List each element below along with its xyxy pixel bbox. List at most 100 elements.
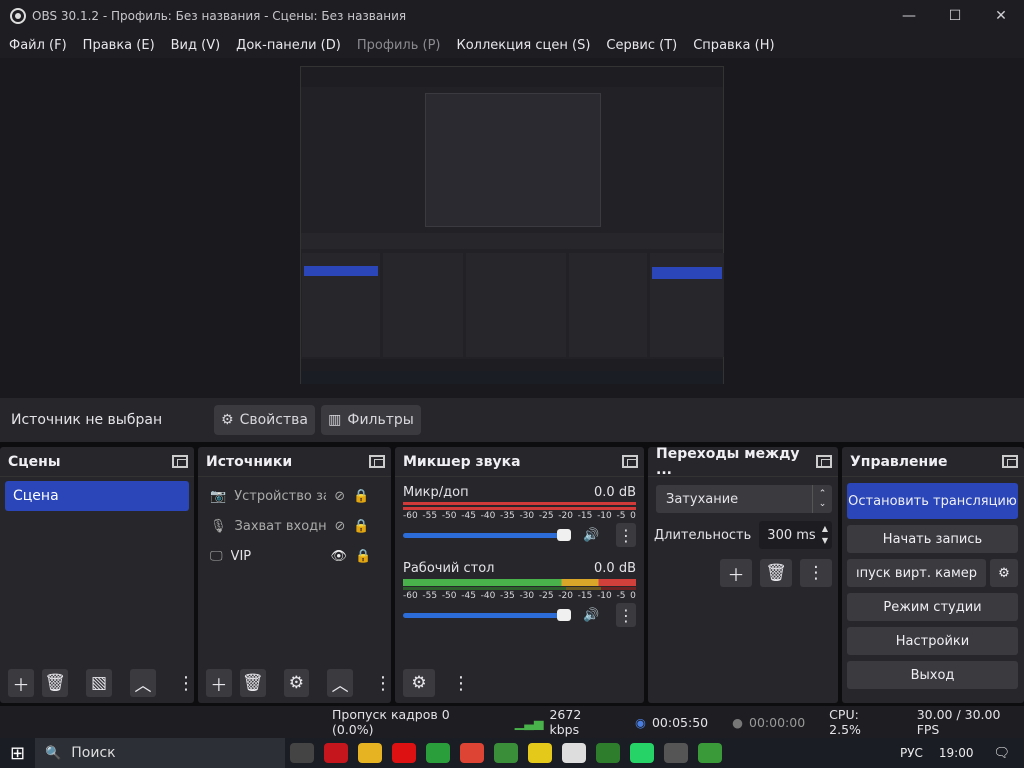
transition-value: Затухание xyxy=(666,491,739,507)
add-source-button[interactable]: ＋ xyxy=(206,669,232,697)
volume-meter xyxy=(403,587,636,590)
lock-icon[interactable]: 🔒 xyxy=(353,519,369,534)
source-name: Устройство захвата видео xyxy=(234,488,326,504)
gear-icon: ⚙ xyxy=(411,673,427,693)
clock[interactable]: 19:00 xyxy=(939,746,974,760)
scene-filters-button[interactable]: ▧ xyxy=(86,669,112,697)
channel-menu-button[interactable]: ⋮ xyxy=(616,603,636,627)
taskbar-search-label: Поиск xyxy=(71,745,116,761)
scene-item[interactable]: Сцена xyxy=(5,481,189,511)
volume-slider[interactable] xyxy=(403,608,571,621)
source-item[interactable]: 📷 Устройство захвата видео ⊘ 🔒 xyxy=(198,481,391,511)
app-icon[interactable] xyxy=(528,743,553,763)
task-view-icon[interactable] xyxy=(290,743,315,763)
studio-mode-button[interactable]: Режим студии xyxy=(847,593,1018,621)
app-icon[interactable] xyxy=(324,743,349,763)
signal-icon: ▁▃▅ xyxy=(514,714,544,730)
explorer-icon[interactable] xyxy=(358,743,383,763)
whatsapp-icon[interactable] xyxy=(630,743,655,763)
undock-icon[interactable] xyxy=(622,455,638,468)
channel-menu-button[interactable]: ⋮ xyxy=(616,523,636,547)
stream-icon: ◉ xyxy=(635,714,646,730)
lock-icon[interactable]: 🔒 xyxy=(353,489,369,504)
channel-db: 0.0 dB xyxy=(594,485,636,500)
stop-stream-button[interactable]: Остановить трансляцию xyxy=(847,483,1018,519)
eye-hidden-icon[interactable]: ⊘ xyxy=(334,489,345,504)
start-record-button[interactable]: Начать запись xyxy=(847,525,1018,553)
move-source-up-button[interactable]: ︿ xyxy=(327,669,353,697)
cpu-usage: CPU: 2.5% xyxy=(829,707,861,737)
chrome-icon[interactable] xyxy=(426,743,451,763)
camera-icon: 📷 xyxy=(210,488,227,504)
virtual-camera-settings-button[interactable]: ⚙ xyxy=(990,559,1018,587)
notifications-icon[interactable]: 🗨 xyxy=(993,746,1010,761)
undock-icon[interactable] xyxy=(369,455,385,468)
move-scene-up-button[interactable]: ︿ xyxy=(130,669,156,697)
filter-icon: ▥ xyxy=(328,412,342,428)
volume-slider[interactable] xyxy=(403,528,571,541)
app-icon[interactable] xyxy=(596,743,621,763)
spin-arrows-icon[interactable]: ▲ ▼ xyxy=(822,523,828,547)
search-icon: 🔍 xyxy=(45,745,62,761)
mixer-channel-mic: Микр/доп 0.0 dB -60 -55 -50 -45 -40 -35 -30 -25-… xyxy=(395,485,644,547)
wps-icon[interactable] xyxy=(460,743,485,763)
transition-properties-button[interactable]: ⋮ xyxy=(800,559,832,587)
add-transition-button[interactable]: ＋ xyxy=(720,559,752,587)
lang-indicator[interactable]: РУС xyxy=(900,746,923,760)
menu-tools[interactable]: Сервис (T) xyxy=(598,38,685,53)
source-item[interactable]: 🎙 Захват входного аудиопотока ⊘ 🔒 xyxy=(198,511,391,541)
taskbar-search[interactable]: 🔍 Поиск xyxy=(35,738,286,768)
undock-icon[interactable] xyxy=(816,455,832,468)
gear-icon: ⚙ xyxy=(998,565,1010,581)
undock-icon[interactable] xyxy=(1002,455,1018,468)
filters-button[interactable]: ▥ Фильтры xyxy=(321,405,421,435)
source-item[interactable]: 🖵 VIP 👁 🔒 xyxy=(198,541,391,571)
menu-help[interactable]: Справка (H) xyxy=(685,38,782,53)
sources-more-button[interactable]: ⋮ xyxy=(374,669,392,697)
eye-hidden-icon[interactable]: ⊘ xyxy=(335,519,346,534)
close-button[interactable]: ✕ xyxy=(978,0,1024,32)
speaker-icon[interactable]: 🔊 xyxy=(583,528,599,543)
status-bar: Пропуск кадров 0 (0.0%) ▁▃▅ 2672 kbps ◉ … xyxy=(0,706,1024,738)
settings-button[interactable]: Настройки xyxy=(847,627,1018,655)
windows-start-icon[interactable]: ⊞ xyxy=(10,743,25,764)
menu-docks[interactable]: Док-панели (D) xyxy=(228,38,349,53)
speaker-icon[interactable]: 🔊 xyxy=(583,608,599,623)
undock-icon[interactable] xyxy=(172,455,188,468)
scenes-more-button[interactable]: ⋮ xyxy=(177,669,195,697)
volume-meter xyxy=(403,507,636,510)
opera-icon[interactable] xyxy=(392,743,417,763)
eye-icon[interactable]: 👁 xyxy=(331,549,348,564)
obs-task-icon[interactable] xyxy=(562,743,587,763)
properties-button[interactable]: ⚙ Свойства xyxy=(214,405,315,435)
record-icon: ● xyxy=(732,714,744,730)
filter-icon: ▧ xyxy=(90,673,108,693)
menu-file[interactable]: Файл (F) xyxy=(1,38,75,53)
menu-scene-collection[interactable]: Коллекция сцен (S) xyxy=(448,38,598,53)
remove-scene-button[interactable]: 🗑 xyxy=(42,669,68,697)
transition-select[interactable]: Затухание ⌃ ⌄ xyxy=(656,485,832,513)
source-name: VIP xyxy=(230,548,252,564)
controls-title: Управление xyxy=(850,453,948,470)
virtual-camera-button[interactable]: ıпуск вирт. камер xyxy=(847,559,986,587)
remove-source-button[interactable]: 🗑 xyxy=(239,669,266,697)
remove-transition-button[interactable]: 🗑 xyxy=(760,559,792,587)
menu-view[interactable]: Вид (V) xyxy=(163,38,229,53)
lock-icon[interactable]: 🔒 xyxy=(355,549,371,564)
app-icon[interactable] xyxy=(664,743,689,763)
stream-time: 00:05:50 xyxy=(651,714,709,730)
source-properties-button[interactable]: ⚙ xyxy=(283,669,310,697)
menu-edit[interactable]: Правка (E) xyxy=(75,38,163,53)
mixer-more-button[interactable]: ⋮ xyxy=(452,669,470,697)
controls-dock: Управление Остановить трансляцию Начать … xyxy=(842,447,1024,703)
add-scene-button[interactable]: ＋ xyxy=(8,669,34,697)
app-icon[interactable] xyxy=(698,743,723,763)
app-icon[interactable] xyxy=(494,743,519,763)
no-source-label: Источник не выбран xyxy=(11,412,163,428)
advanced-audio-button[interactable]: ⚙ xyxy=(403,669,435,697)
minimize-button[interactable]: — xyxy=(886,0,932,32)
duration-label: Длительность xyxy=(654,527,752,543)
duration-spinbox[interactable]: 300 ms ▲ ▼ xyxy=(759,521,832,549)
exit-button[interactable]: Выход xyxy=(847,661,1018,689)
maximize-button[interactable]: ☐ xyxy=(932,0,978,32)
